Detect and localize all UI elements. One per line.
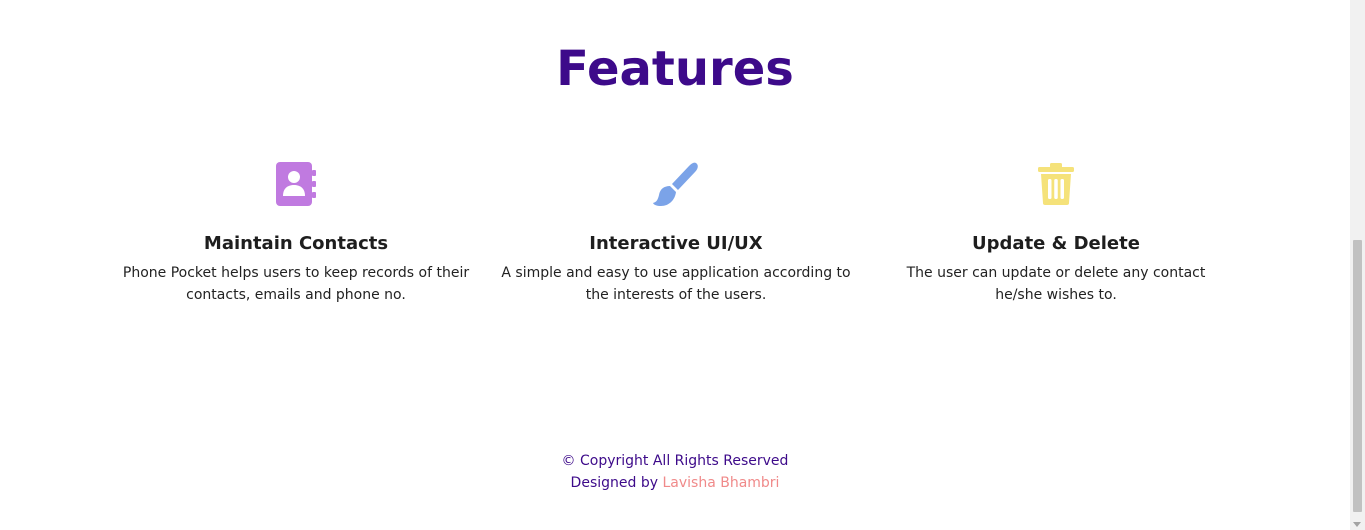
designed-by-label: Designed by: [570, 475, 659, 491]
scrollbar-thumb[interactable]: [1353, 240, 1362, 512]
feature-title: Update & Delete: [972, 233, 1140, 254]
author-link[interactable]: Lavisha Bhambri: [662, 475, 779, 491]
feature-description: Phone Pocket helps users to keep records…: [122, 265, 470, 303]
address-book-icon: [106, 154, 486, 214]
page: Features Maintain Contacts Phone Pocket …: [0, 0, 1350, 530]
features-row: Maintain Contacts Phone Pocket helps use…: [106, 150, 1246, 306]
feature-card-interactive-ui: Interactive UI/UX A simple and easy to u…: [486, 150, 866, 306]
copyright-text: © Copyright All Rights Reserved: [561, 453, 789, 469]
feature-title: Maintain Contacts: [203, 233, 389, 254]
scroll-down-arrow-icon[interactable]: [1353, 522, 1361, 527]
feature-card-update-delete: Update & Delete The user can update or d…: [866, 150, 1246, 306]
feature-description: A simple and easy to use application acc…: [501, 265, 851, 303]
vertical-scrollbar[interactable]: [1350, 0, 1365, 530]
trash-icon: [866, 154, 1246, 214]
paint-brush-icon: [486, 154, 866, 214]
designed-by-line: Designed by Lavisha Bhambri: [0, 472, 1350, 494]
footer: © Copyright All Rights Reserved Designed…: [0, 450, 1350, 494]
feature-description: The user can update or delete any contac…: [906, 265, 1206, 303]
feature-title: Interactive UI/UX: [589, 233, 763, 254]
feature-card-maintain-contacts: Maintain Contacts Phone Pocket helps use…: [106, 150, 486, 306]
section-title: Features: [556, 41, 794, 97]
